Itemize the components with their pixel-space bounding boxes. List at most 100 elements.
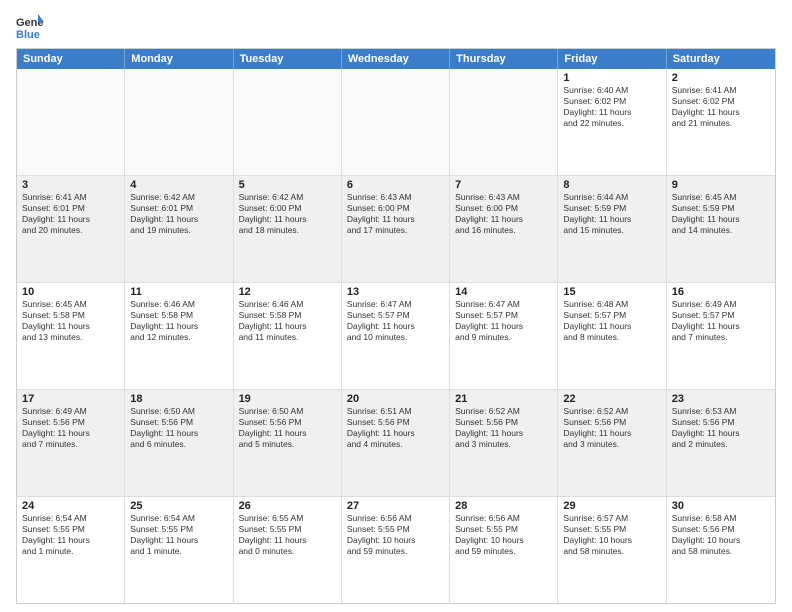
- calendar-cell: 14Sunrise: 6:47 AM Sunset: 5:57 PM Dayli…: [450, 283, 558, 389]
- calendar-cell: 9Sunrise: 6:45 AM Sunset: 5:59 PM Daylig…: [667, 176, 775, 282]
- calendar-cell: 6Sunrise: 6:43 AM Sunset: 6:00 PM Daylig…: [342, 176, 450, 282]
- cell-info: Sunrise: 6:50 AM Sunset: 5:56 PM Dayligh…: [130, 406, 227, 450]
- cell-info: Sunrise: 6:46 AM Sunset: 5:58 PM Dayligh…: [239, 299, 336, 343]
- day-number: 11: [130, 286, 227, 298]
- day-number: 7: [455, 179, 552, 191]
- cell-info: Sunrise: 6:49 AM Sunset: 5:56 PM Dayligh…: [22, 406, 119, 450]
- day-number: 21: [455, 393, 552, 405]
- day-number: 9: [672, 179, 770, 191]
- calendar-cell: 10Sunrise: 6:45 AM Sunset: 5:58 PM Dayli…: [17, 283, 125, 389]
- cell-info: Sunrise: 6:42 AM Sunset: 6:01 PM Dayligh…: [130, 192, 227, 236]
- cell-info: Sunrise: 6:41 AM Sunset: 6:02 PM Dayligh…: [672, 85, 770, 129]
- day-number: 3: [22, 179, 119, 191]
- calendar-cell: 1Sunrise: 6:40 AM Sunset: 6:02 PM Daylig…: [558, 69, 666, 175]
- day-number: 14: [455, 286, 552, 298]
- day-number: 24: [22, 500, 119, 512]
- calendar-cell: 22Sunrise: 6:52 AM Sunset: 5:56 PM Dayli…: [558, 390, 666, 496]
- day-number: 26: [239, 500, 336, 512]
- weekday-header: Tuesday: [234, 49, 342, 69]
- calendar-cell: [234, 69, 342, 175]
- cell-info: Sunrise: 6:54 AM Sunset: 5:55 PM Dayligh…: [130, 513, 227, 557]
- calendar-body: 1Sunrise: 6:40 AM Sunset: 6:02 PM Daylig…: [17, 69, 775, 603]
- day-number: 16: [672, 286, 770, 298]
- calendar-cell: 5Sunrise: 6:42 AM Sunset: 6:00 PM Daylig…: [234, 176, 342, 282]
- calendar-cell: 11Sunrise: 6:46 AM Sunset: 5:58 PM Dayli…: [125, 283, 233, 389]
- cell-info: Sunrise: 6:56 AM Sunset: 5:55 PM Dayligh…: [455, 513, 552, 557]
- calendar-row: 24 Sunrise: 6:54 AM Sunset: 5:55 PM Dayli…: [17, 497, 775, 603]
- day-number: 29: [563, 500, 660, 512]
- day-number: 17: [22, 393, 119, 405]
- cell-info: Sunrise: 6:42 AM Sunset: 6:00 PM Dayligh…: [239, 192, 336, 236]
- cell-info: Sunrise: 6:40 AM Sunset: 6:02 PM Dayligh…: [563, 85, 660, 129]
- calendar-cell: 30Sunrise: 6:58 AM Sunset: 5:56 PM Dayli…: [667, 497, 775, 603]
- weekday-header: Sunday: [17, 49, 125, 69]
- weekday-header: Wednesday: [342, 49, 450, 69]
- calendar-cell: 12Sunrise: 6:46 AM Sunset: 5:58 PM Dayli…: [234, 283, 342, 389]
- weekday-header: Friday: [558, 49, 666, 69]
- weekday-header: Thursday: [450, 49, 558, 69]
- calendar-cell: 8Sunrise: 6:44 AM Sunset: 5:59 PM Daylig…: [558, 176, 666, 282]
- calendar-cell: 21Sunrise: 6:52 AM Sunset: 5:56 PM Dayli…: [450, 390, 558, 496]
- day-number: 10: [22, 286, 119, 298]
- cell-info: Sunrise: 6:46 AM Sunset: 5:58 PM Dayligh…: [130, 299, 227, 343]
- day-number: 23: [672, 393, 770, 405]
- calendar-cell: 28Sunrise: 6:56 AM Sunset: 5:55 PM Dayli…: [450, 497, 558, 603]
- day-number: 2: [672, 72, 770, 84]
- calendar-cell: 15Sunrise: 6:48 AM Sunset: 5:57 PM Dayli…: [558, 283, 666, 389]
- cell-info: Sunrise: 6:51 AM Sunset: 5:56 PM Dayligh…: [347, 406, 444, 450]
- cell-info: Sunrise: 6:45 AM Sunset: 5:59 PM Dayligh…: [672, 192, 770, 236]
- calendar-cell: 2Sunrise: 6:41 AM Sunset: 6:02 PM Daylig…: [667, 69, 775, 175]
- cell-info: Sunrise: 6:49 AM Sunset: 5:57 PM Dayligh…: [672, 299, 770, 343]
- header: General Blue: [16, 12, 776, 40]
- day-number: 22: [563, 393, 660, 405]
- calendar-cell: [342, 69, 450, 175]
- calendar: SundayMondayTuesdayWednesdayThursdayFrid…: [16, 48, 776, 604]
- logo: General Blue: [16, 12, 48, 40]
- day-number: 15: [563, 286, 660, 298]
- cell-info: Sunrise: 6:48 AM Sunset: 5:57 PM Dayligh…: [563, 299, 660, 343]
- cell-info: Sunrise: 6:45 AM Sunset: 5:58 PM Dayligh…: [22, 299, 119, 343]
- calendar-cell: 16Sunrise: 6:49 AM Sunset: 5:57 PM Dayli…: [667, 283, 775, 389]
- cell-info: Sunrise: 6:53 AM Sunset: 5:56 PM Dayligh…: [672, 406, 770, 450]
- calendar-cell: 26Sunrise: 6:55 AM Sunset: 5:55 PM Dayli…: [234, 497, 342, 603]
- day-number: 8: [563, 179, 660, 191]
- day-number: 18: [130, 393, 227, 405]
- day-number: 4: [130, 179, 227, 191]
- day-number: 25: [130, 500, 227, 512]
- calendar-cell: [450, 69, 558, 175]
- calendar-cell: 23Sunrise: 6:53 AM Sunset: 5:56 PM Dayli…: [667, 390, 775, 496]
- cell-info: Sunrise: 6:56 AM Sunset: 5:55 PM Dayligh…: [347, 513, 444, 557]
- calendar-header: SundayMondayTuesdayWednesdayThursdayFrid…: [17, 49, 775, 69]
- day-number: 20: [347, 393, 444, 405]
- cell-info: Sunrise: 6:44 AM Sunset: 5:59 PM Dayligh…: [563, 192, 660, 236]
- day-number: 1: [563, 72, 660, 84]
- weekday-header: Saturday: [667, 49, 775, 69]
- cell-info: Sunrise: 6:52 AM Sunset: 5:56 PM Dayligh…: [455, 406, 552, 450]
- calendar-cell: [17, 69, 125, 175]
- calendar-cell: 4Sunrise: 6:42 AM Sunset: 6:01 PM Daylig…: [125, 176, 233, 282]
- cell-info: Sunrise: 6:57 AM Sunset: 5:55 PM Dayligh…: [563, 513, 660, 557]
- calendar-cell: 13Sunrise: 6:47 AM Sunset: 5:57 PM Dayli…: [342, 283, 450, 389]
- cell-info: Sunrise: 6:43 AM Sunset: 6:00 PM Dayligh…: [455, 192, 552, 236]
- day-number: 27: [347, 500, 444, 512]
- cell-info: Sunrise: 6:41 AM Sunset: 6:01 PM Dayligh…: [22, 192, 119, 236]
- calendar-cell: [125, 69, 233, 175]
- day-number: 12: [239, 286, 336, 298]
- cell-info: Sunrise: 6:55 AM Sunset: 5:55 PM Dayligh…: [239, 513, 336, 557]
- weekday-header: Monday: [125, 49, 233, 69]
- calendar-cell: 19Sunrise: 6:50 AM Sunset: 5:56 PM Dayli…: [234, 390, 342, 496]
- day-number: 19: [239, 393, 336, 405]
- day-number: 5: [239, 179, 336, 191]
- cell-info: Sunrise: 6:58 AM Sunset: 5:56 PM Dayligh…: [672, 513, 770, 557]
- calendar-cell: 7Sunrise: 6:43 AM Sunset: 6:00 PM Daylig…: [450, 176, 558, 282]
- cell-info: Sunrise: 6:52 AM Sunset: 5:56 PM Dayligh…: [563, 406, 660, 450]
- calendar-cell: 25Sunrise: 6:54 AM Sunset: 5:55 PM Dayli…: [125, 497, 233, 603]
- day-number: 13: [347, 286, 444, 298]
- day-number: 6: [347, 179, 444, 191]
- calendar-cell: 20Sunrise: 6:51 AM Sunset: 5:56 PM Dayli…: [342, 390, 450, 496]
- cell-info: Sunrise: 6:50 AM Sunset: 5:56 PM Dayligh…: [239, 406, 336, 450]
- calendar-cell: 17Sunrise: 6:49 AM Sunset: 5:56 PM Dayli…: [17, 390, 125, 496]
- calendar-row: 1Sunrise: 6:40 AM Sunset: 6:02 PM Daylig…: [17, 69, 775, 176]
- calendar-cell: 27Sunrise: 6:56 AM Sunset: 5:55 PM Dayli…: [342, 497, 450, 603]
- svg-text:Blue: Blue: [16, 29, 40, 40]
